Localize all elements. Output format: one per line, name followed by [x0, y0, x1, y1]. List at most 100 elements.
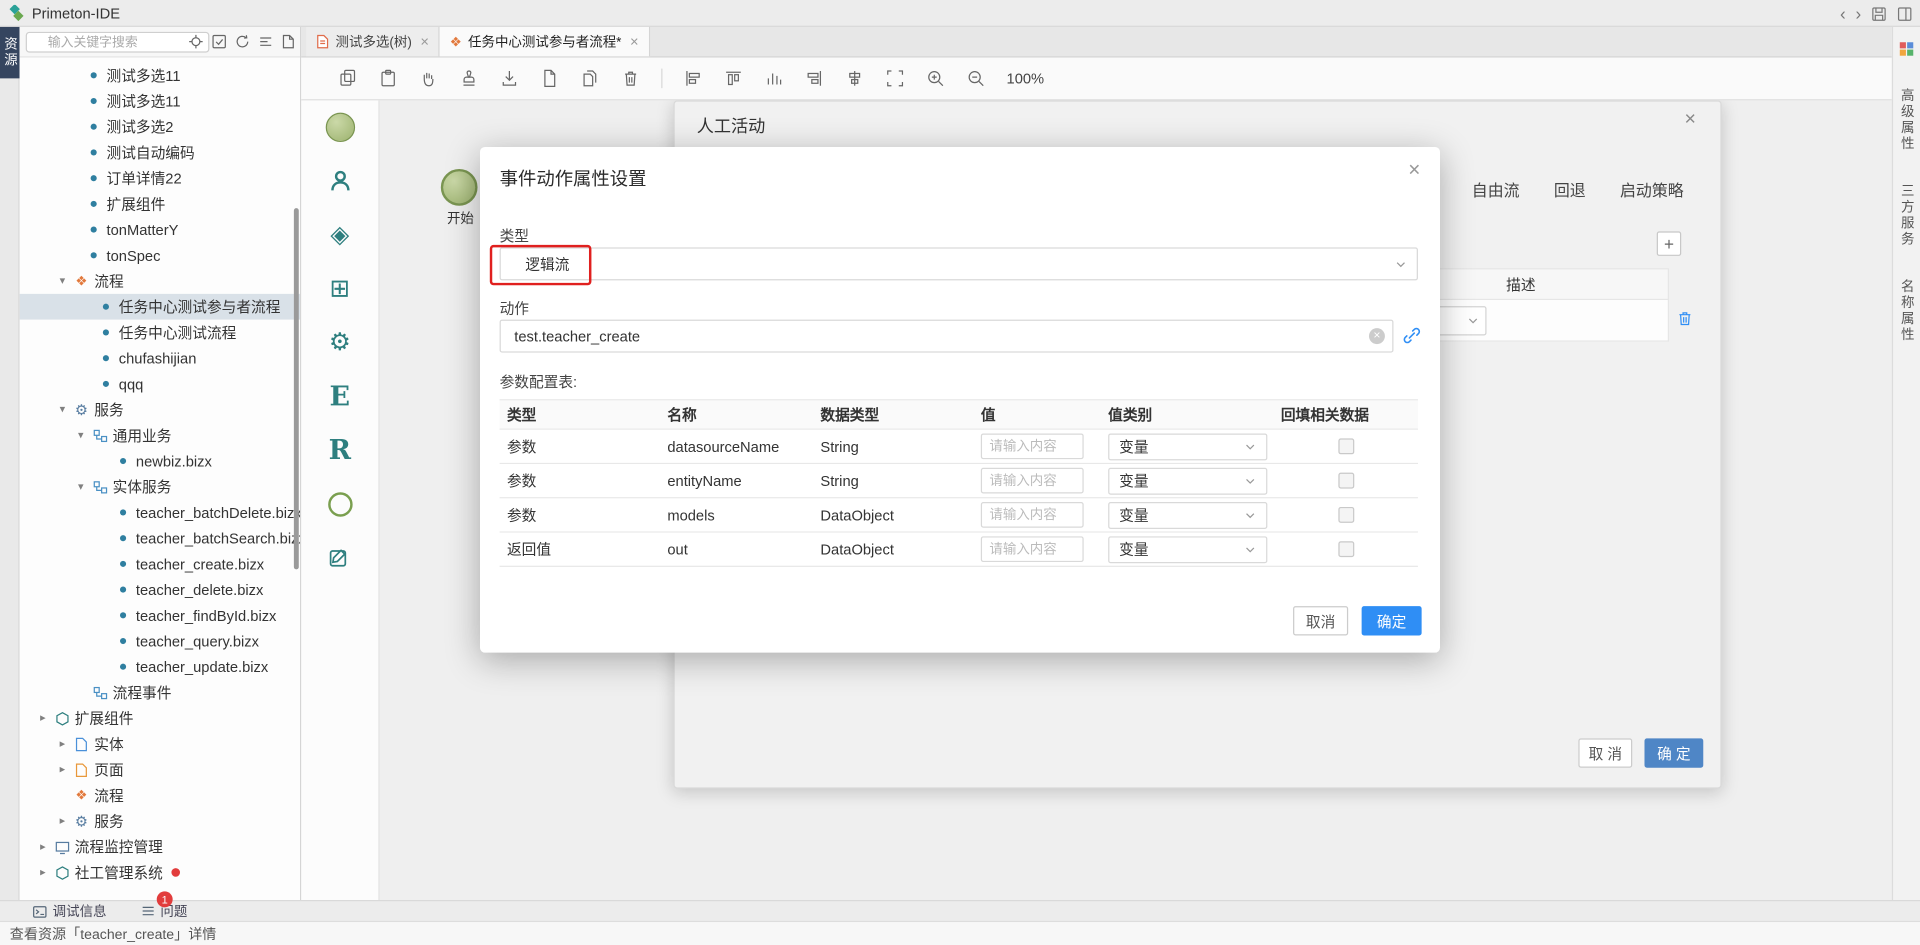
- expand-right-icon[interactable]: ▸: [56, 814, 68, 827]
- backfill-checkbox[interactable]: [1338, 507, 1354, 523]
- zoom-in-icon[interactable]: [926, 69, 946, 89]
- pan-hand-icon[interactable]: [419, 69, 439, 89]
- tree-item[interactable]: teacher_create.bizx: [20, 551, 300, 577]
- clear-input-icon[interactable]: ×: [1369, 328, 1385, 344]
- tree-item[interactable]: teacher_findById.bizx: [20, 602, 300, 628]
- tree-item[interactable]: ▸实体: [20, 731, 300, 757]
- stamp-icon[interactable]: [459, 69, 479, 89]
- tree-item[interactable]: ▸页面: [20, 757, 300, 783]
- tree-item[interactable]: ❖流程: [20, 782, 300, 808]
- value-input[interactable]: [981, 433, 1084, 459]
- tab-rollback[interactable]: 回退: [1554, 178, 1586, 201]
- tree-item[interactable]: ▾❖流程: [20, 268, 300, 294]
- paste-icon[interactable]: [378, 69, 398, 89]
- action-input[interactable]: [500, 320, 1394, 353]
- tree-item[interactable]: ▾⚙服务: [20, 397, 300, 423]
- tree-item[interactable]: ▸社工管理系统: [20, 860, 300, 886]
- expand-down-icon[interactable]: ▾: [56, 274, 68, 287]
- palette-end-node[interactable]: [324, 489, 356, 521]
- align-right-icon[interactable]: [804, 69, 824, 89]
- tree-item[interactable]: 任务中心测试参与者流程: [20, 294, 300, 320]
- tree-item[interactable]: tonSpec: [20, 242, 300, 268]
- close-icon[interactable]: ×: [1684, 109, 1695, 131]
- close-icon[interactable]: ×: [1408, 158, 1420, 182]
- nav-back-icon[interactable]: ‹: [1840, 0, 1846, 27]
- copy-icon[interactable]: [338, 69, 358, 89]
- tab-test-multiselect[interactable]: 测试多选(树) ×: [306, 27, 440, 56]
- tree-item[interactable]: ▾通用业务: [20, 422, 300, 448]
- tree-item[interactable]: 订单详情22: [20, 165, 300, 191]
- palette-event-node[interactable]: E: [324, 381, 356, 413]
- file-icon[interactable]: [540, 69, 560, 89]
- rail-tab-third-party[interactable]: 三方服务: [1897, 184, 1917, 248]
- select-mode-icon[interactable]: [212, 34, 227, 49]
- expand-right-icon[interactable]: ▸: [37, 840, 49, 853]
- expand-down-icon[interactable]: ▾: [75, 429, 87, 442]
- tree-item[interactable]: ▸扩展组件: [20, 705, 300, 731]
- tree-item[interactable]: ▾实体服务: [20, 474, 300, 500]
- rail-tab-advanced-props[interactable]: 高级属性: [1897, 88, 1917, 152]
- duplicate-icon[interactable]: [580, 69, 600, 89]
- confirm-button[interactable]: 确 定: [1644, 738, 1703, 767]
- palette-auto-activity[interactable]: ⚙: [324, 327, 356, 359]
- delete-icon[interactable]: [621, 69, 641, 89]
- new-file-icon[interactable]: [282, 34, 295, 49]
- value-input[interactable]: [981, 536, 1084, 562]
- confirm-button[interactable]: 确定: [1362, 606, 1422, 635]
- export-icon[interactable]: [500, 69, 520, 89]
- close-tab-icon[interactable]: ×: [630, 33, 639, 50]
- tab-start-strategy[interactable]: 启动策略: [1620, 178, 1684, 201]
- panel-grid-icon[interactable]: [1899, 42, 1914, 57]
- sidebar-scrollbar[interactable]: [294, 208, 299, 569]
- resources-rail-tab[interactable]: 资源: [0, 27, 20, 78]
- expand-right-icon[interactable]: ▸: [56, 737, 68, 750]
- tree-item[interactable]: ▸流程监控管理: [20, 834, 300, 860]
- value-category-select[interactable]: 变量: [1108, 536, 1267, 563]
- expand-down-icon[interactable]: ▾: [56, 403, 68, 416]
- tree-item[interactable]: ▸⚙服务: [20, 808, 300, 834]
- search-input[interactable]: [26, 32, 210, 53]
- tree-item[interactable]: 测试多选11: [20, 62, 300, 88]
- align-top-icon[interactable]: [724, 69, 744, 89]
- tree-item[interactable]: 扩展组件: [20, 191, 300, 217]
- align-center-icon[interactable]: [845, 69, 865, 89]
- backfill-checkbox[interactable]: [1338, 473, 1354, 489]
- palette-edit-node[interactable]: [324, 542, 356, 574]
- value-input[interactable]: [981, 468, 1084, 494]
- backfill-checkbox[interactable]: [1338, 438, 1354, 454]
- expand-down-icon[interactable]: ▾: [75, 480, 87, 493]
- fit-screen-icon[interactable]: [885, 69, 905, 89]
- tree-item[interactable]: 流程事件: [20, 680, 300, 706]
- cancel-button[interactable]: 取消: [1293, 606, 1348, 635]
- add-row-button[interactable]: +: [1657, 231, 1681, 255]
- value-input[interactable]: [981, 502, 1084, 528]
- start-node[interactable]: [441, 169, 478, 206]
- tree-item[interactable]: qqq: [20, 371, 300, 397]
- locate-icon[interactable]: [189, 34, 204, 49]
- debug-info-tab[interactable]: 调试信息: [32, 901, 107, 921]
- tree-item[interactable]: 任务中心测试流程: [20, 320, 300, 346]
- tree-item[interactable]: 测试自动编码: [20, 140, 300, 166]
- link-action-icon[interactable]: [1402, 326, 1422, 346]
- tree-item[interactable]: chufashijian: [20, 345, 300, 371]
- tree-item[interactable]: 测试多选2: [20, 114, 300, 140]
- value-category-select[interactable]: 变量: [1108, 433, 1267, 460]
- tree-item[interactable]: teacher_update.bizx: [20, 654, 300, 680]
- close-tab-icon[interactable]: ×: [420, 33, 429, 50]
- expand-right-icon[interactable]: ▸: [37, 866, 49, 879]
- palette-subflow-node[interactable]: ⊞: [324, 273, 356, 305]
- tree-item[interactable]: teacher_batchSearch.bizx: [20, 525, 300, 551]
- palette-decision-node[interactable]: ◈: [324, 219, 356, 251]
- tree-item[interactable]: teacher_batchDelete.bizx: [20, 500, 300, 526]
- tab-free-flow[interactable]: 自由流: [1472, 178, 1520, 201]
- cancel-button[interactable]: 取 消: [1578, 738, 1632, 767]
- expand-right-icon[interactable]: ▸: [56, 763, 68, 776]
- tree-item[interactable]: teacher_delete.bizx: [20, 577, 300, 603]
- save-icon[interactable]: [1871, 6, 1887, 22]
- tree-item[interactable]: 测试多选11: [20, 88, 300, 114]
- tree-item[interactable]: tonMatterY: [20, 217, 300, 243]
- tree-item[interactable]: teacher_query.bizx: [20, 628, 300, 654]
- distribute-icon[interactable]: [764, 69, 784, 89]
- tab-task-center-flow[interactable]: ❖ 任务中心测试参与者流程* ×: [440, 27, 650, 56]
- row-delete-icon[interactable]: [1676, 310, 1693, 327]
